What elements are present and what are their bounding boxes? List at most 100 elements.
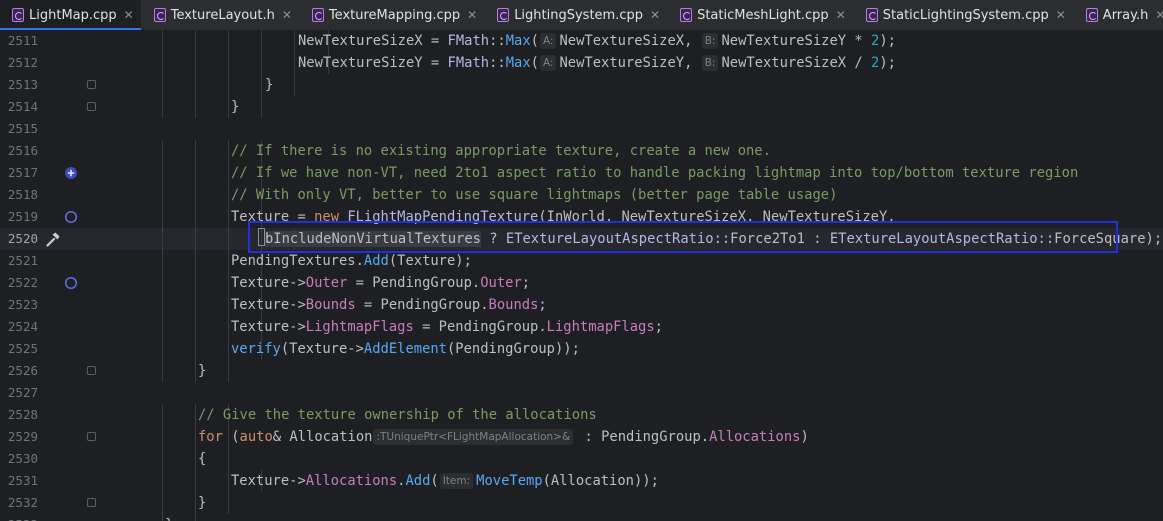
code-token: LightmapFlags bbox=[546, 319, 655, 335]
code-line[interactable]: 2524 Texture->LightmapFlags = PendingGrou… bbox=[0, 316, 1163, 338]
fold-marker-icon[interactable] bbox=[87, 432, 96, 441]
indent-guide bbox=[228, 250, 229, 272]
indent-guide bbox=[195, 272, 196, 294]
code-line[interactable]: 2522 Texture->Outer = PendingGroup.Outer; bbox=[0, 272, 1163, 294]
indent-guide bbox=[162, 30, 163, 52]
tab-staticlightingsystem-cpp[interactable]: StaticLightingSystem.cpp ✕ bbox=[854, 0, 1074, 30]
code-line[interactable]: 2520 bIncludeNonVirtualTextures ? ETextur… bbox=[0, 228, 1163, 250]
code-token: * bbox=[846, 33, 871, 49]
code-line[interactable]: 2531 Texture->Allocations.Add(Item: MoveTe… bbox=[0, 470, 1163, 492]
indent-guide bbox=[228, 52, 229, 74]
close-tab-icon[interactable]: ✕ bbox=[282, 8, 292, 22]
editor-tab-bar: LightMap.cpp ✕ TextureLayout.h ✕ TextureMapp… bbox=[0, 0, 1163, 31]
code-token: Add bbox=[405, 473, 431, 489]
override-marker-icon[interactable] bbox=[64, 206, 78, 228]
code-line[interactable]: 2514} bbox=[0, 96, 1163, 118]
tab-label: LightingSystem.cpp bbox=[514, 7, 643, 23]
inlay-parameter-hint: A: bbox=[539, 33, 557, 49]
indent-guide bbox=[195, 426, 196, 448]
code-text: Texture = new FLightMapPendingTexture(In… bbox=[231, 206, 896, 228]
indent-guide bbox=[162, 492, 163, 514]
code-token: : PendingGroup. bbox=[576, 429, 710, 445]
tab-texturelayout-h[interactable]: TextureLayout.h ✕ bbox=[142, 0, 300, 30]
tab-label: StaticLightingSystem.cpp bbox=[882, 7, 1049, 23]
code-token: NewTextureSizeX bbox=[559, 33, 685, 49]
indent-guide bbox=[195, 228, 196, 250]
inlay-parameter-hint: B: bbox=[701, 55, 719, 71]
code-token: = PendingGroup. bbox=[347, 275, 481, 291]
code-text: Texture->LightmapFlags = PendingGroup.Li… bbox=[231, 316, 663, 338]
code-line[interactable]: 2527 bbox=[0, 382, 1163, 404]
close-tab-icon[interactable]: ✕ bbox=[650, 8, 660, 22]
code-line[interactable]: 2525 verify(Texture->AddElement(PendingGr… bbox=[0, 338, 1163, 360]
code-token: Texture bbox=[231, 275, 290, 291]
code-line[interactable]: 2521 PendingTextures.Add(Texture); bbox=[0, 250, 1163, 272]
code-token: FMath bbox=[447, 33, 490, 49]
fold-marker-icon[interactable] bbox=[87, 498, 96, 507]
code-token: ( bbox=[222, 429, 240, 445]
code-token: = bbox=[422, 33, 448, 49]
close-tab-icon[interactable]: ✕ bbox=[124, 8, 134, 22]
close-tab-icon[interactable]: ✕ bbox=[1056, 8, 1066, 22]
indent-guide bbox=[228, 228, 229, 250]
code-line[interactable]: 2519 Texture = new FLightMapPendingTextur… bbox=[0, 206, 1163, 228]
implementation-plus-icon[interactable] bbox=[64, 162, 78, 184]
code-text: } bbox=[265, 74, 273, 96]
line-number: 2532 bbox=[7, 495, 38, 510]
code-text: verify(Texture->AddElement(PendingGroup)… bbox=[231, 338, 580, 360]
indent-guide bbox=[195, 470, 196, 492]
code-comment: // With only VT, better to use square li… bbox=[231, 187, 838, 203]
indent-guide bbox=[228, 206, 229, 228]
tab-label: StaticMeshLight.cpp bbox=[697, 7, 829, 23]
code-token: Outer bbox=[480, 275, 522, 291]
code-token: = PendingGroup. bbox=[355, 297, 489, 313]
tab-texturemapping-cpp[interactable]: TextureMapping.cpp ✕ bbox=[300, 0, 486, 30]
tab-staticmeshlight-cpp[interactable]: StaticMeshLight.cpp ✕ bbox=[668, 0, 854, 30]
code-token: . bbox=[355, 253, 364, 269]
fold-marker-icon[interactable] bbox=[87, 366, 96, 375]
code-line[interactable]: 2523 Texture->Bounds = PendingGroup.Bound… bbox=[0, 294, 1163, 316]
code-line[interactable]: 2511 NewTextureSizeX = FMath::Max(A: NewTe… bbox=[0, 30, 1163, 52]
code-line[interactable]: 2529 for (auto& Allocation:TUniquePtr<FLi… bbox=[0, 426, 1163, 448]
code-line[interactable]: 2530 { bbox=[0, 448, 1163, 470]
code-text: Texture->Outer = PendingGroup.Outer; bbox=[231, 272, 530, 294]
fold-marker-icon[interactable] bbox=[87, 80, 96, 89]
code-token: AddElement bbox=[363, 341, 447, 357]
code-text: } bbox=[231, 96, 239, 118]
indent-guide bbox=[195, 404, 196, 426]
code-line[interactable]: 2515 bbox=[0, 118, 1163, 140]
code-token: NewTextureSizeY bbox=[298, 55, 423, 71]
code-editor[interactable]: 2511 NewTextureSizeX = FMath::Max(A: NewTe… bbox=[0, 30, 1163, 521]
code-text: Texture->Bounds = PendingGroup.Bounds; bbox=[231, 294, 547, 316]
code-line[interactable]: 2516 // If there is no existing appropria… bbox=[0, 140, 1163, 162]
indent-guide bbox=[162, 228, 163, 250]
code-token: :: bbox=[489, 33, 506, 49]
code-line[interactable]: 2528 // Give the texture ownership of the… bbox=[0, 404, 1163, 426]
code-line[interactable]: 2518 // With only VT, better to use squar… bbox=[0, 184, 1163, 206]
override-marker-icon[interactable] bbox=[64, 272, 78, 294]
code-token: ? bbox=[480, 231, 506, 247]
inlay-parameter-hint: A: bbox=[539, 55, 557, 71]
code-line[interactable]: 2517 // If we have non-VT, need 2to1 aspe… bbox=[0, 162, 1163, 184]
close-tab-icon[interactable]: ✕ bbox=[467, 8, 477, 22]
tab-array-h[interactable]: Array.h ✕ bbox=[1074, 0, 1163, 30]
code-line[interactable]: 2513} bbox=[0, 74, 1163, 96]
fold-marker-icon[interactable] bbox=[87, 102, 96, 111]
code-line[interactable]: 2532} bbox=[0, 492, 1163, 514]
code-line[interactable]: 2533} bbox=[0, 514, 1163, 521]
close-tab-icon[interactable]: ✕ bbox=[1155, 8, 1163, 22]
tab-lightmap-cpp[interactable]: LightMap.cpp ✕ bbox=[0, 0, 142, 30]
indent-guide bbox=[195, 52, 196, 74]
indent-guide bbox=[228, 360, 229, 382]
indent-guide bbox=[162, 294, 163, 316]
code-line[interactable]: 2526} bbox=[0, 360, 1163, 382]
code-token: Bounds bbox=[305, 297, 356, 313]
line-number: 2520 bbox=[7, 231, 38, 246]
tab-lightingsystem-cpp[interactable]: LightingSystem.cpp ✕ bbox=[485, 0, 669, 30]
code-line[interactable]: 2512 NewTextureSizeY = FMath::Max(A: NewTe… bbox=[0, 52, 1163, 74]
close-tab-icon[interactable]: ✕ bbox=[836, 8, 846, 22]
code-comment: // Give the texture ownership of the all… bbox=[198, 407, 597, 423]
code-token: / bbox=[846, 55, 871, 71]
code-token: ; bbox=[521, 275, 531, 291]
hammer-icon[interactable] bbox=[45, 228, 61, 250]
